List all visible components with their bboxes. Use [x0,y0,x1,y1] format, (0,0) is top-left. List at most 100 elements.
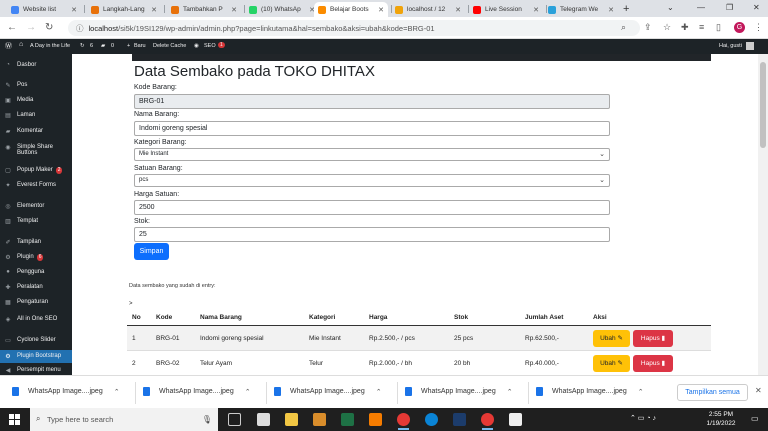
profile-avatar[interactable]: G [734,22,745,33]
new-plus-icon[interactable]: + [127,43,130,49]
chrome-profile-icon[interactable] [481,413,494,430]
sidebar-item-tampilan[interactable]: ✐ Tampilan [0,239,72,246]
tab-close-icon[interactable]: ✕ [533,6,539,14]
sidebar-item-templat[interactable]: ▥ Templat [0,218,72,225]
browser-tab[interactable]: Tambahkan P ✕ [167,2,241,17]
sidebar-item-everest-forms[interactable]: ✦ Everest Forms [0,182,72,189]
reload-icon[interactable]: ↻ [45,22,53,33]
sidebar-item-pengaturan[interactable]: ▦ Pengaturan [0,299,72,306]
download-item[interactable]: WhatsApp Image....jpeg ⌃ [536,387,644,396]
taskbar-search-input[interactable]: ⌕ Type here to search 🎙 [30,408,218,431]
bookmark-star-icon[interactable]: ☆ [663,22,671,33]
forward-arrow-icon[interactable]: → [26,22,36,33]
new-tab-button[interactable]: + [623,3,629,15]
url-input[interactable]: ⓘ localhost/si5k/19SI129/wp-admin/admin.… [68,20,640,36]
sidebar-item-cyclone-slider[interactable]: ▭ Cyclone Slider [0,337,72,344]
sidebar-item-dasbor[interactable]: ◔ Dasbor [0,62,72,68]
kategori-select[interactable]: Mie Instant ⌄ [134,148,610,161]
sidebar-item-laman[interactable]: ▤ Laman [0,112,72,119]
reading-list-icon[interactable]: ≡ [699,22,704,32]
user-avatar[interactable] [746,42,754,50]
edit-button[interactable]: Ubah ✎ [593,330,630,347]
edge-icon[interactable] [425,413,438,426]
menu-kebab-icon[interactable]: ⋮ [754,22,763,33]
sidebar-item-media[interactable]: ▣ Media [0,97,72,104]
stok-input[interactable]: 25 [134,227,610,242]
delete-button[interactable]: Hapus ▮ [633,355,673,372]
tab-close-icon[interactable]: ✕ [71,6,77,14]
sidebar-item-peralatan[interactable]: ✚ Peralatan [0,284,72,291]
sidebar-item-all-in-one-seo[interactable]: ◈ All in One SEO [0,316,72,323]
xampp-icon[interactable] [369,413,382,426]
chevron-up-icon[interactable]: ⌃ [376,388,382,396]
close-window-button[interactable]: ✕ [753,3,760,12]
microphone-icon[interactable]: 🎙 [202,415,212,424]
sidebar-item-komentar[interactable]: ▰ Komentar [0,128,72,135]
download-item[interactable]: WhatsApp Image....jpeg ⌃ [12,387,120,396]
nama-input[interactable]: Indomi goreng spesial [134,121,610,136]
sidebar-item-popup-maker[interactable]: ▢ Popup Maker 2 [0,167,72,174]
browser-tab[interactable]: (10) WhatsAp ✕ [245,2,319,17]
system-tray-icons[interactable]: ⌃ ▭ ◔ ♪ [630,414,656,422]
delete-button[interactable]: Hapus ▮ [633,330,673,347]
task-view-icon[interactable] [228,413,241,426]
sidebar-item-pos[interactable]: ✎ Pos [0,82,72,89]
app-icon[interactable] [313,413,326,426]
maximize-button[interactable]: ❐ [726,3,733,12]
download-item[interactable]: WhatsApp Image....jpeg ⌃ [143,387,251,396]
sidebar-item-elementor[interactable]: ◎ Elementor [0,203,72,210]
delete-cache-link[interactable]: Delete Cache [153,43,186,49]
browser-tab[interactable]: Langkah-Lang ✕ [87,2,161,17]
save-button[interactable]: Simpan [134,243,169,260]
browser-tab[interactable]: Live Session ✕ [469,2,543,17]
zoom-icon[interactable]: ⌕ [621,22,626,33]
clock[interactable]: 2:55 PM 1/19/2022 [702,410,740,428]
back-arrow-icon[interactable]: ← [7,22,17,33]
seo-link[interactable]: SEO [204,43,216,49]
security-icon[interactable] [453,413,466,426]
browser-tab[interactable]: Telegram We ✕ [544,2,618,17]
store-icon[interactable] [257,413,270,426]
scrollbar-thumb[interactable] [760,62,766,148]
tab-close-icon[interactable]: ✕ [378,6,384,14]
photos-icon[interactable] [509,413,522,426]
excel-icon[interactable] [341,413,354,426]
comments-icon[interactable]: ▰ [101,43,105,49]
chrome-icon[interactable] [397,413,410,430]
tab-close-icon[interactable]: ✕ [151,6,157,14]
extensions-puzzle-icon[interactable]: ✚ [681,22,689,33]
sidebar-item-pengguna[interactable]: ● Pengguna [0,269,72,275]
show-all-downloads-button[interactable]: Tampilkan semua [677,384,748,401]
notification-icon[interactable]: ▭ [751,414,759,423]
sidebar-item-simple-share[interactable]: ◉ Simple Share Buttons [0,144,72,156]
tab-close-icon[interactable]: ✕ [608,6,614,14]
chevron-up-icon[interactable]: ⌃ [114,388,120,396]
file-explorer-icon[interactable] [285,413,298,426]
site-name-link[interactable]: A Day in the Life [30,43,70,49]
tab-search-icon[interactable]: ⌄ [667,3,674,12]
chevron-up-icon[interactable]: ⌃ [245,388,251,396]
sidebar-item-plugin-bootstrap[interactable]: ⚙ Plugin Bootstrap [0,350,72,363]
edit-button[interactable]: Ubah ✎ [593,355,630,372]
chevron-up-icon[interactable]: ⌃ [638,388,644,396]
user-greeting[interactable]: Hai, gusti [719,43,742,49]
tab-close-icon[interactable]: ✕ [455,6,461,14]
sidebar-item-plugin[interactable]: ⚙ Plugin 6 [0,254,72,261]
minimize-button[interactable]: — [697,3,705,12]
new-content-link[interactable]: Baru [134,43,146,49]
kode-input[interactable]: BRG-01 [134,94,610,109]
tab-close-icon[interactable]: ✕ [231,6,237,14]
sidebar-item-persempit-menu[interactable]: ◀ Persempit menu [0,367,72,374]
side-panel-icon[interactable]: ▯ [716,22,721,33]
browser-tab[interactable]: Belajar Boots ✕ [314,2,388,17]
chevron-up-icon[interactable]: ⌃ [507,388,513,396]
browser-tab[interactable]: localhost / 12 ✕ [391,2,465,17]
download-item[interactable]: WhatsApp Image....jpeg ⌃ [274,387,382,396]
windows-start-icon[interactable] [9,414,20,425]
harga-input[interactable]: 2500 [134,200,610,215]
updates-icon[interactable]: ↻ [80,43,85,49]
satuan-select[interactable]: pcs ⌄ [134,174,610,187]
close-icon[interactable]: ✕ [755,386,762,395]
browser-tab[interactable]: Website list ✕ [7,2,81,17]
share-icon[interactable]: ⇪ [644,22,652,33]
